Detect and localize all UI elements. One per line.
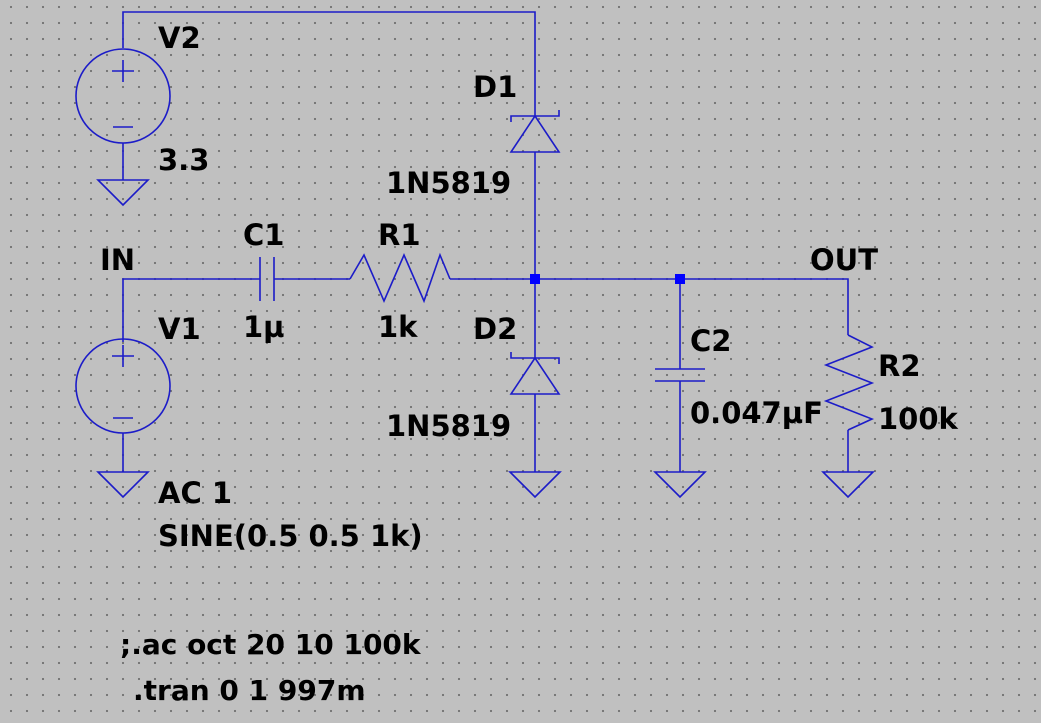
ground-icon: [508, 471, 562, 499]
v2-ref-label: V2: [158, 21, 201, 55]
v1-ref-label: V1: [158, 312, 201, 346]
voltage-source-v1[interactable]: [75, 338, 171, 434]
schottky-diode-d2[interactable]: [509, 352, 561, 395]
r1-value-label: 1k: [378, 310, 418, 344]
d1-ref-label: D1: [473, 70, 517, 104]
schematic-canvas[interactable]: V2 3.3 D1 1N5819 IN C1 1µ R1 1k OUT V1 D…: [0, 0, 1041, 723]
r1-ref-label: R1: [378, 218, 421, 252]
r2-value-label: 100k: [878, 402, 959, 436]
c1-value-label: 1µ: [243, 310, 285, 344]
d1-model-label: 1N5819: [386, 166, 511, 200]
c1-ref-label: C1: [243, 218, 284, 252]
junction-dot: [675, 274, 685, 284]
junction-dot: [530, 274, 540, 284]
resistor-r1[interactable]: [349, 252, 451, 304]
c2-ref-label: C2: [690, 324, 731, 358]
d2-ref-label: D2: [473, 312, 517, 346]
v1-ac-label: AC 1: [158, 476, 232, 510]
voltage-source-v2[interactable]: [75, 48, 171, 144]
r2-ref-label: R2: [878, 349, 921, 383]
ground-icon: [653, 471, 707, 499]
v1-sine-label: SINE(0.5 0.5 1k): [158, 519, 423, 553]
schottky-diode-d1[interactable]: [509, 110, 561, 153]
ac-directive[interactable]: ;.ac oct 20 10 100k: [120, 628, 422, 661]
v2-value-label: 3.3: [158, 143, 209, 177]
tran-directive[interactable]: .tran 0 1 997m: [133, 674, 366, 707]
ground-icon: [821, 471, 875, 499]
capacitor-c2[interactable]: [655, 368, 705, 382]
ground-icon: [96, 471, 150, 499]
c2-value-label: 0.047µF: [690, 396, 823, 430]
capacitor-c1[interactable]: [259, 257, 275, 301]
net-label-out: OUT: [810, 243, 878, 277]
net-label-in: IN: [100, 243, 135, 277]
ground-icon: [96, 179, 150, 207]
d2-model-label: 1N5819: [386, 409, 511, 443]
resistor-r2[interactable]: [823, 334, 875, 431]
